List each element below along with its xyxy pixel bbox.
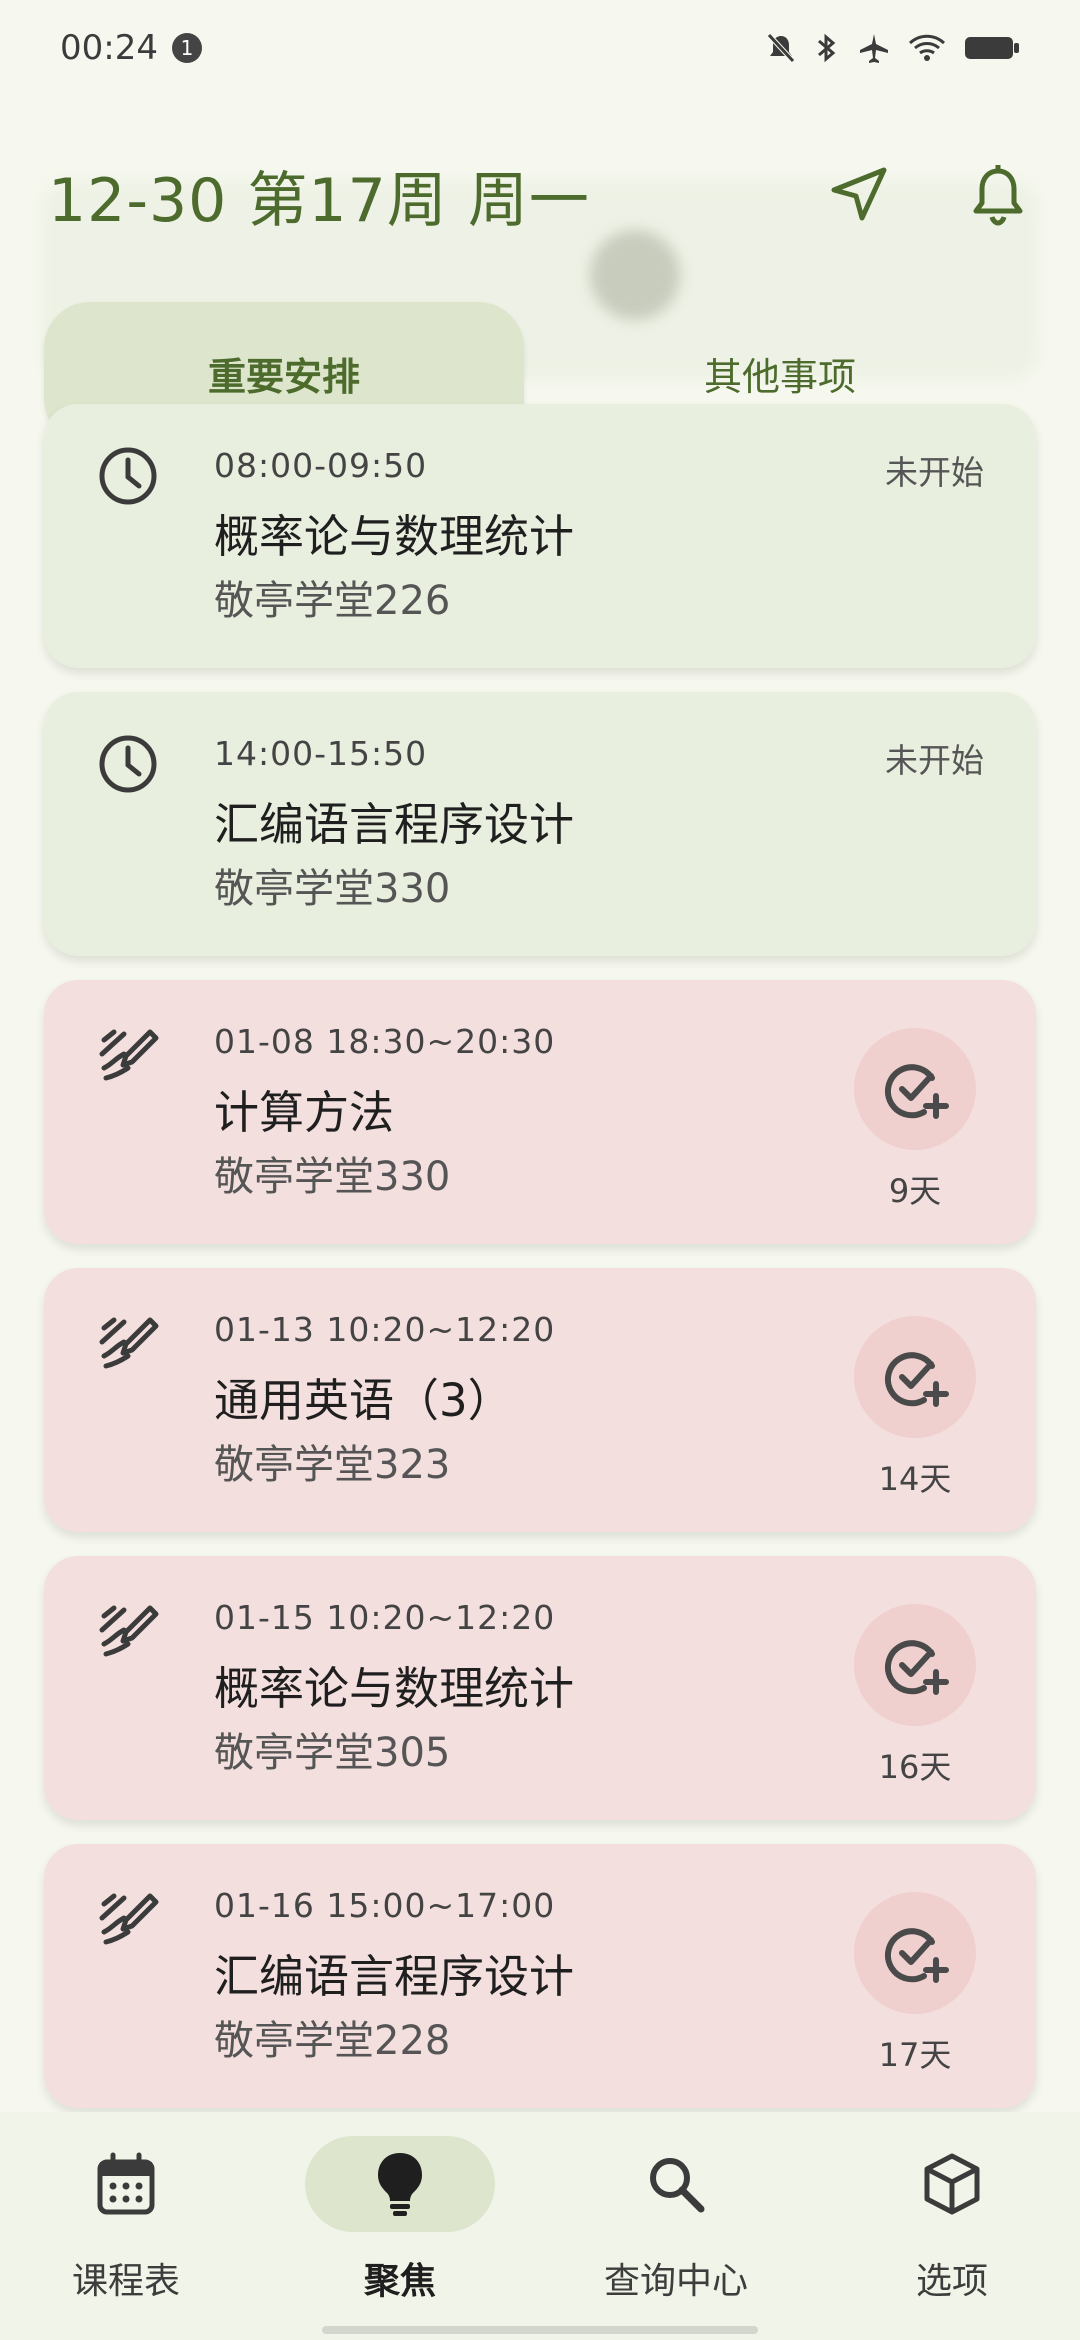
add-reminder-button[interactable] bbox=[854, 1892, 976, 2014]
card-time: 01-13 10:20~12:20 bbox=[214, 1310, 556, 1349]
exam-card[interactable]: 01-15 10:20~12:20 概率论与数理统计 敬亭学堂305 16天 bbox=[44, 1556, 1036, 1820]
add-reminder-button[interactable] bbox=[854, 1604, 976, 1726]
nav-icon-container bbox=[305, 2136, 495, 2232]
calendar-icon bbox=[97, 2152, 155, 2215]
card-title: 计算方法 bbox=[214, 1086, 395, 1139]
card-time: 14:00-15:50 bbox=[214, 734, 428, 773]
nav-label: 课程表 bbox=[71, 2261, 180, 2302]
nav-label: 选项 bbox=[915, 2261, 988, 2302]
days-remaining: 17天 bbox=[878, 2036, 952, 2074]
notification-badge: 1 bbox=[171, 33, 202, 63]
nav-item-query-center[interactable]: 查询中心 bbox=[566, 2136, 786, 2326]
card-time: 01-16 15:00~17:00 bbox=[214, 1886, 556, 1925]
days-remaining: 14天 bbox=[878, 1460, 952, 1498]
bell-icon[interactable] bbox=[968, 163, 1028, 227]
mute-icon bbox=[767, 33, 795, 63]
card-title: 概率论与数理统计 bbox=[214, 1662, 575, 1715]
search-icon bbox=[650, 2158, 705, 2213]
battery-icon bbox=[965, 37, 1019, 59]
check-add-icon bbox=[885, 1064, 949, 1119]
navigation-arrow-icon[interactable] bbox=[828, 164, 890, 226]
card-location: 敬亭学堂226 bbox=[214, 578, 451, 624]
status-icons bbox=[766, 32, 1020, 64]
clock-icon bbox=[99, 447, 157, 505]
card-location: 敬亭学堂305 bbox=[214, 1730, 451, 1776]
status-bar: 00:24 1 bbox=[0, 0, 1080, 96]
lightbulb-icon bbox=[378, 2153, 422, 2216]
pen-icon bbox=[99, 1893, 159, 1945]
card-location: 敬亭学堂330 bbox=[214, 866, 451, 912]
pen-icon bbox=[99, 1605, 159, 1657]
card-title: 汇编语言程序设计 bbox=[214, 798, 575, 851]
pen-icon bbox=[99, 1029, 159, 1081]
course-card[interactable]: 14:00-15:50 汇编语言程序设计 敬亭学堂330 未开始 bbox=[44, 692, 1036, 956]
nav-item-options[interactable]: 选项 bbox=[842, 2136, 1062, 2326]
card-time: 01-15 10:20~12:20 bbox=[214, 1598, 556, 1637]
days-remaining: 16天 bbox=[878, 1748, 952, 1786]
page-title: 12-30 第17周 周一 bbox=[48, 165, 590, 236]
days-remaining: 9天 bbox=[888, 1172, 942, 1210]
nav-item-focus[interactable]: 聚焦 bbox=[290, 2136, 510, 2326]
check-add-icon bbox=[885, 1640, 949, 1695]
card-status: 未开始 bbox=[885, 453, 984, 492]
pen-icon bbox=[99, 1317, 159, 1369]
home-indicator[interactable] bbox=[322, 2326, 758, 2334]
card-location: 敬亭学堂323 bbox=[214, 1442, 451, 1488]
add-reminder-button[interactable] bbox=[854, 1028, 976, 1150]
card-title: 通用英语（3） bbox=[214, 1374, 513, 1427]
card-title: 概率论与数理统计 bbox=[214, 510, 575, 563]
header-actions bbox=[828, 163, 1038, 227]
header: 12-30 第17周 周一 bbox=[48, 150, 1038, 240]
wifi-icon bbox=[908, 34, 946, 61]
add-reminder-button[interactable] bbox=[854, 1316, 976, 1438]
card-time: 01-08 18:30~20:30 bbox=[214, 1022, 556, 1061]
bluetooth-icon bbox=[818, 33, 836, 63]
cube-icon bbox=[924, 2153, 980, 2215]
tab-label: 重要安排 bbox=[207, 354, 360, 399]
airplane-icon bbox=[860, 34, 888, 63]
nav-icon-container bbox=[857, 2136, 1047, 2232]
card-location: 敬亭学堂330 bbox=[214, 1154, 451, 1200]
card-title: 汇编语言程序设计 bbox=[214, 1950, 575, 2003]
status-left: 00:24 1 bbox=[60, 28, 202, 68]
card-status: 未开始 bbox=[885, 741, 984, 780]
card-time: 08:00-09:50 bbox=[214, 446, 428, 485]
nav-label: 查询中心 bbox=[603, 2261, 748, 2302]
status-time: 00:24 bbox=[60, 28, 158, 68]
nav-icon-container bbox=[31, 2136, 221, 2232]
bottom-navigation: 课程表 聚焦 查询中心 选项 bbox=[0, 2112, 1080, 2340]
nav-label: 聚焦 bbox=[363, 2261, 436, 2302]
exam-card[interactable]: 01-16 15:00~17:00 汇编语言程序设计 敬亭学堂228 17天 bbox=[44, 1844, 1036, 2108]
nav-item-timetable[interactable]: 课程表 bbox=[16, 2136, 236, 2326]
tab-label: 其他事项 bbox=[703, 354, 856, 399]
nav-icon-container bbox=[581, 2136, 771, 2232]
check-add-icon bbox=[885, 1352, 949, 1407]
clock-icon bbox=[99, 735, 157, 793]
check-add-icon bbox=[885, 1928, 949, 1983]
exam-card[interactable]: 01-08 18:30~20:30 计算方法 敬亭学堂330 9天 bbox=[44, 980, 1036, 1244]
exam-card[interactable]: 01-13 10:20~12:20 通用英语（3） 敬亭学堂323 14天 bbox=[44, 1268, 1036, 1532]
card-location: 敬亭学堂228 bbox=[214, 2018, 451, 2064]
course-card[interactable]: 08:00-09:50 概率论与数理统计 敬亭学堂226 未开始 bbox=[44, 404, 1036, 668]
